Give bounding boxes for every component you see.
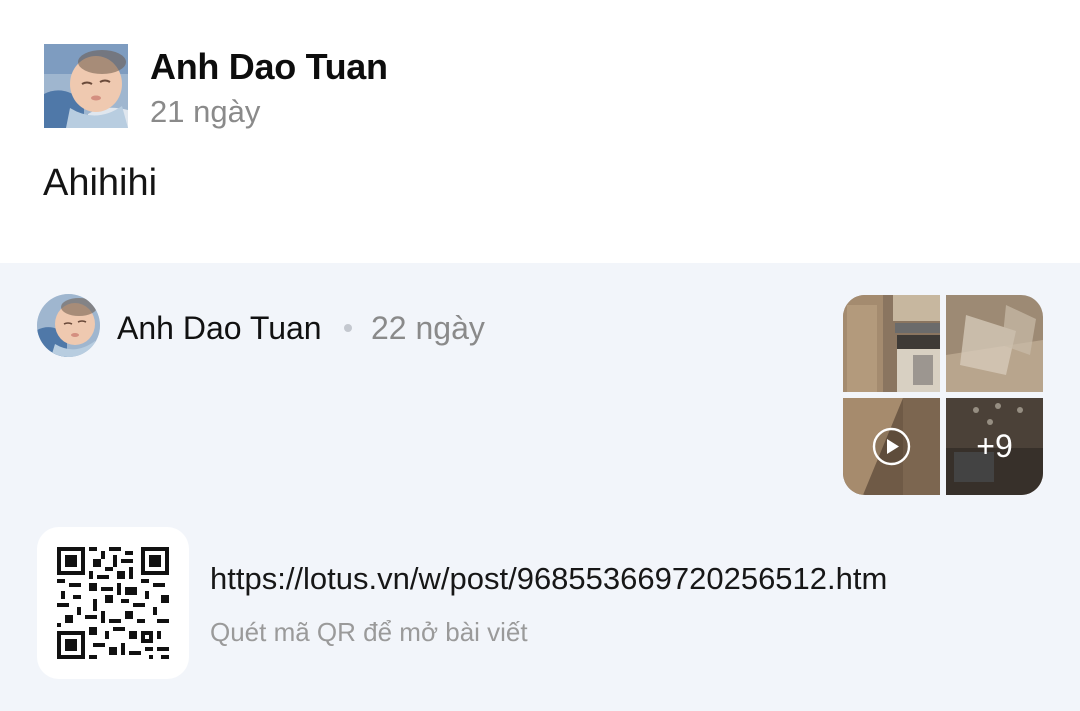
media-grid[interactable]: +9: [843, 295, 1043, 495]
post-link-url[interactable]: https://lotus.vn/w/post/9685536697202565…: [210, 561, 887, 597]
media-tile-more[interactable]: +9: [946, 398, 1043, 495]
shared-author-name[interactable]: Anh Dao Tuan: [117, 310, 322, 347]
baby-photo-avatar: [37, 294, 100, 357]
shared-post-card[interactable]: Anh Dao Tuan 22 ngày +9 https://lotus.vn…: [0, 263, 1080, 711]
post-text: Ahihihi: [43, 162, 158, 204]
author-avatar[interactable]: [44, 44, 128, 128]
separator-dot: [344, 324, 352, 332]
room-photo: [946, 295, 1043, 392]
qr-scan-hint: Quét mã QR để mở bài viết: [210, 617, 528, 647]
kitchen-photo: [843, 295, 940, 392]
qr-code[interactable]: [37, 527, 189, 679]
post: Anh Dao Tuan 21 ngày Ahihihi: [0, 0, 1080, 263]
shared-author-avatar[interactable]: [37, 294, 100, 357]
more-media-count: +9: [976, 428, 1013, 464]
media-tile-kitchen[interactable]: [843, 295, 940, 392]
shared-post-time: 22 ngày: [371, 310, 485, 346]
more-media-overlay[interactable]: +9: [946, 398, 1043, 495]
play-icon[interactable]: [872, 427, 911, 466]
media-tile-room[interactable]: [946, 295, 1043, 392]
author-name[interactable]: Anh Dao Tuan: [150, 46, 388, 88]
baby-photo-avatar: [44, 44, 128, 128]
qr-code-icon: [57, 547, 169, 659]
media-tile-video[interactable]: [843, 398, 940, 495]
post-time: 21 ngày: [150, 94, 261, 129]
